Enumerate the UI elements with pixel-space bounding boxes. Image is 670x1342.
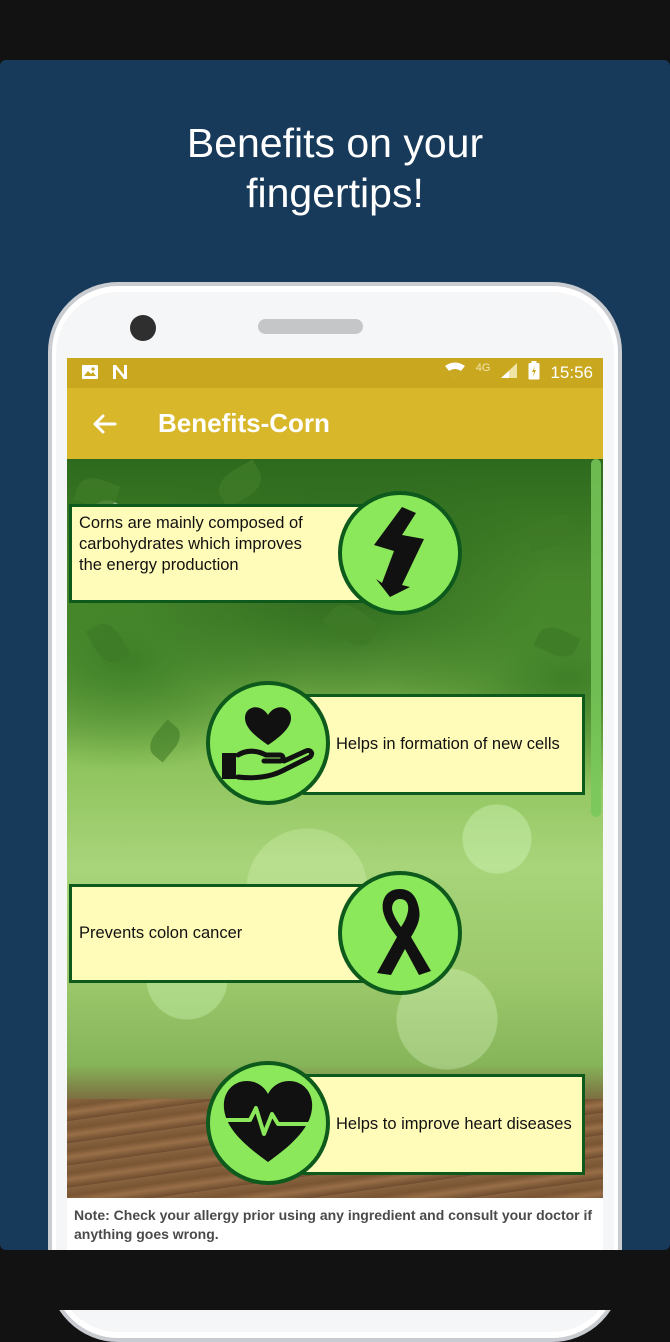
awareness-ribbon-icon	[367, 885, 433, 982]
leaf-decoration	[524, 513, 574, 553]
bottom-bar	[0, 1250, 670, 1310]
scrollbar-thumb[interactable]	[591, 459, 601, 817]
earpiece-speaker	[258, 319, 363, 334]
app-toolbar: Benefits-Corn	[67, 388, 603, 459]
lightning-bolt-icon	[372, 505, 428, 602]
arrow-left-icon[interactable]	[91, 410, 119, 438]
status-bar: 4G 15:56	[67, 358, 603, 388]
heartbeat-icon	[220, 1078, 316, 1169]
n-notification-icon	[111, 364, 129, 385]
benefit-card[interactable]: Prevents colon cancer	[69, 884, 367, 983]
front-camera	[130, 315, 156, 341]
allergy-note: Note: Check your allergy prior using any…	[67, 1198, 603, 1250]
network-type: 4G	[475, 362, 491, 374]
benefit-text: Helps in formation of new cells	[336, 735, 560, 753]
benefits-list[interactable]: Corns are mainly composed of carbohydrat…	[67, 459, 603, 1198]
benefit-card[interactable]: Helps in formation of new cells	[303, 694, 585, 795]
leaf-decoration	[533, 621, 581, 663]
image-icon	[81, 364, 99, 385]
page-title: Benefits-Corn	[158, 408, 330, 438]
benefit-badge	[338, 491, 462, 615]
leaf-decoration	[212, 459, 268, 509]
benefit-text: Helps to improve heart diseases	[336, 1115, 572, 1133]
phone-screen: 4G 15:56 Benefits-Corn Corns are mainly …	[67, 358, 603, 1250]
benefit-text: Corns are mainly composed of carbohydrat…	[79, 514, 303, 574]
wifi-icon	[444, 362, 466, 384]
benefit-badge	[206, 681, 330, 805]
benefit-badge	[206, 1061, 330, 1185]
battery-icon	[528, 361, 540, 385]
benefit-badge	[338, 871, 462, 995]
benefit-card[interactable]: Corns are mainly composed of carbohydrat…	[69, 504, 367, 603]
leaf-decoration	[144, 719, 186, 763]
leaf-decoration	[85, 617, 131, 669]
benefit-text: Prevents colon cancer	[79, 924, 243, 942]
benefit-card[interactable]: Helps to improve heart diseases	[303, 1074, 585, 1175]
status-time: 15:56	[550, 363, 593, 382]
signal-icon	[500, 362, 518, 384]
heart-in-hand-icon	[220, 701, 316, 786]
headline-line-1: Benefits on your	[186, 120, 484, 166]
promo-headline: Benefits on your fingertips!	[0, 118, 670, 218]
headline-line-2: fingertips!	[246, 170, 424, 216]
